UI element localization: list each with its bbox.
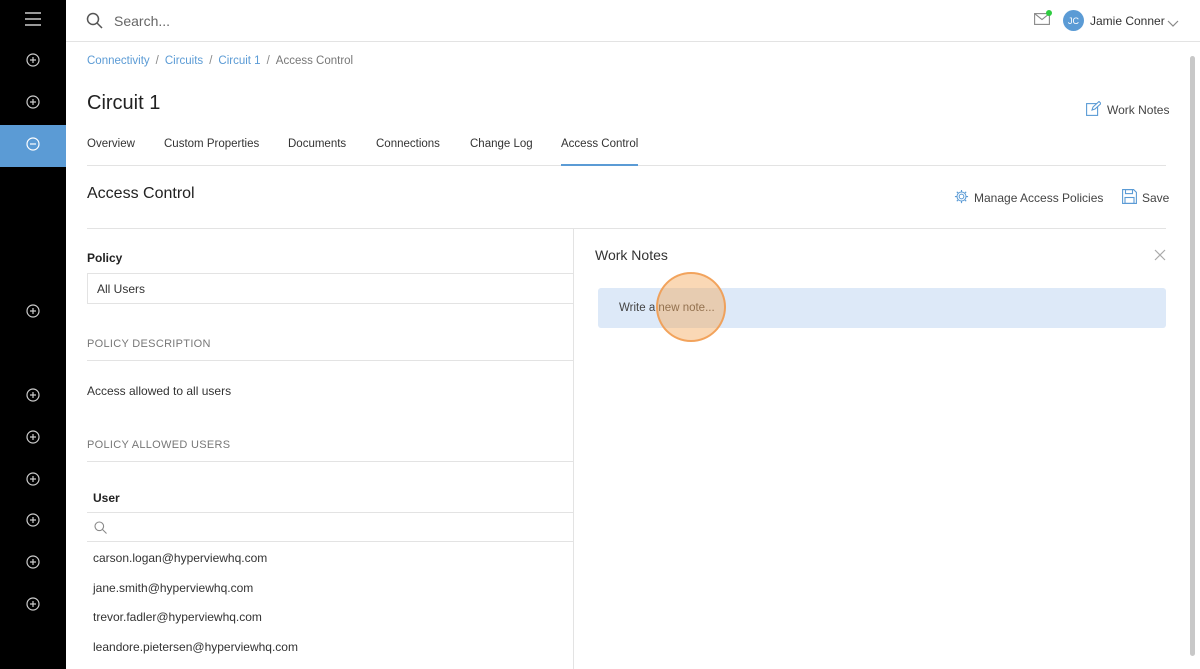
table-row[interactable]: trevor.fadler@hyperviewhq.com xyxy=(93,610,262,624)
gear-icon xyxy=(954,189,969,207)
plus-circle-icon xyxy=(26,512,40,532)
plus-circle-icon xyxy=(26,596,40,616)
section-title: Access Control xyxy=(87,185,195,202)
tab-change-log[interactable]: Change Log xyxy=(470,138,533,166)
sidebar-item-1[interactable] xyxy=(0,41,66,83)
notification-dot xyxy=(1046,10,1052,16)
plus-circle-icon xyxy=(26,94,40,114)
plus-circle-icon xyxy=(26,554,40,574)
avatar[interactable]: JC xyxy=(1063,10,1084,31)
plus-circle-icon xyxy=(26,387,40,407)
close-icon[interactable] xyxy=(1154,248,1166,266)
sidebar-item-3-active[interactable] xyxy=(0,125,66,167)
user-column-header: User xyxy=(93,491,120,505)
top-bar: JC Jamie Conner xyxy=(66,0,1200,42)
search-input[interactable] xyxy=(114,8,514,34)
table-row[interactable]: jane.smith@hyperviewhq.com xyxy=(93,581,253,595)
tab-custom-properties[interactable]: Custom Properties xyxy=(164,138,259,166)
work-notes-title: Work Notes xyxy=(595,247,668,263)
mail-icon[interactable] xyxy=(1034,10,1052,30)
save-button[interactable]: Save xyxy=(1122,189,1169,207)
page-title: Circuit 1 xyxy=(87,92,161,114)
breadcrumb-separator: / xyxy=(155,55,159,67)
work-notes-label: Work Notes xyxy=(1107,103,1170,117)
policy-description-heading: POLICY DESCRIPTION xyxy=(87,338,211,350)
table-row[interactable]: carson.logan@hyperviewhq.com xyxy=(93,551,267,565)
table-row[interactable]: leandore.pietersen@hyperviewhq.com xyxy=(93,640,298,654)
tab-overview[interactable]: Overview xyxy=(87,138,135,166)
menu-icon xyxy=(25,11,41,31)
sidebar-item-6[interactable] xyxy=(0,418,66,460)
divider xyxy=(87,360,574,361)
plus-circle-icon xyxy=(26,429,40,449)
scrollbar[interactable] xyxy=(1190,56,1195,656)
manage-access-policies-button[interactable]: Manage Access Policies xyxy=(954,189,1103,207)
breadcrumb: Connectivity / Circuits / Circuit 1 / Access C… xyxy=(87,55,353,67)
breadcrumb-connectivity[interactable]: Connectivity xyxy=(87,55,150,67)
section-divider xyxy=(87,228,1166,229)
manage-access-policies-label: Manage Access Policies xyxy=(974,191,1104,205)
tab-documents[interactable]: Documents xyxy=(288,138,346,166)
search-icon xyxy=(86,12,103,34)
tab-bar: Overview Custom Properties Documents Con… xyxy=(87,136,1166,166)
sidebar-item-2[interactable] xyxy=(0,83,66,125)
breadcrumb-separator: / xyxy=(266,55,270,67)
plus-circle-icon xyxy=(26,303,40,323)
save-icon xyxy=(1122,189,1137,207)
sidebar-item-7[interactable] xyxy=(0,460,66,502)
policy-description: Access allowed to all users xyxy=(87,384,232,398)
search-icon xyxy=(94,521,107,539)
policy-label: Policy xyxy=(87,251,123,265)
policy-select[interactable]: All Users xyxy=(87,273,574,304)
breadcrumb-circuit-1[interactable]: Circuit 1 xyxy=(218,55,260,67)
minus-circle-icon xyxy=(26,136,40,156)
sidebar-item-9[interactable] xyxy=(0,543,66,585)
panel-divider xyxy=(573,229,574,669)
chevron-down-icon[interactable] xyxy=(1167,15,1179,33)
breadcrumb-separator: / xyxy=(209,55,213,67)
click-indicator xyxy=(656,272,726,342)
sidebar xyxy=(0,0,66,669)
plus-circle-icon xyxy=(26,471,40,491)
work-notes-button[interactable]: Work Notes xyxy=(1086,100,1170,119)
sidebar-item-10[interactable] xyxy=(0,585,66,627)
breadcrumb-current: Access Control xyxy=(275,55,354,67)
save-label: Save xyxy=(1142,191,1170,205)
tab-connections[interactable]: Connections xyxy=(376,138,440,166)
user-name[interactable]: Jamie Conner xyxy=(1090,14,1165,28)
tab-access-control[interactable]: Access Control xyxy=(561,138,639,166)
sidebar-item-5[interactable] xyxy=(0,376,66,418)
user-filter-input[interactable] xyxy=(87,512,574,542)
menu-button[interactable] xyxy=(0,0,66,42)
breadcrumb-circuits[interactable]: Circuits xyxy=(165,55,203,67)
policy-allowed-users-heading: POLICY ALLOWED USERS xyxy=(87,439,231,451)
divider xyxy=(87,461,574,462)
plus-circle-icon xyxy=(26,52,40,72)
sidebar-item-4[interactable] xyxy=(0,292,66,334)
edit-icon xyxy=(1086,100,1102,119)
sidebar-item-8[interactable] xyxy=(0,501,66,543)
